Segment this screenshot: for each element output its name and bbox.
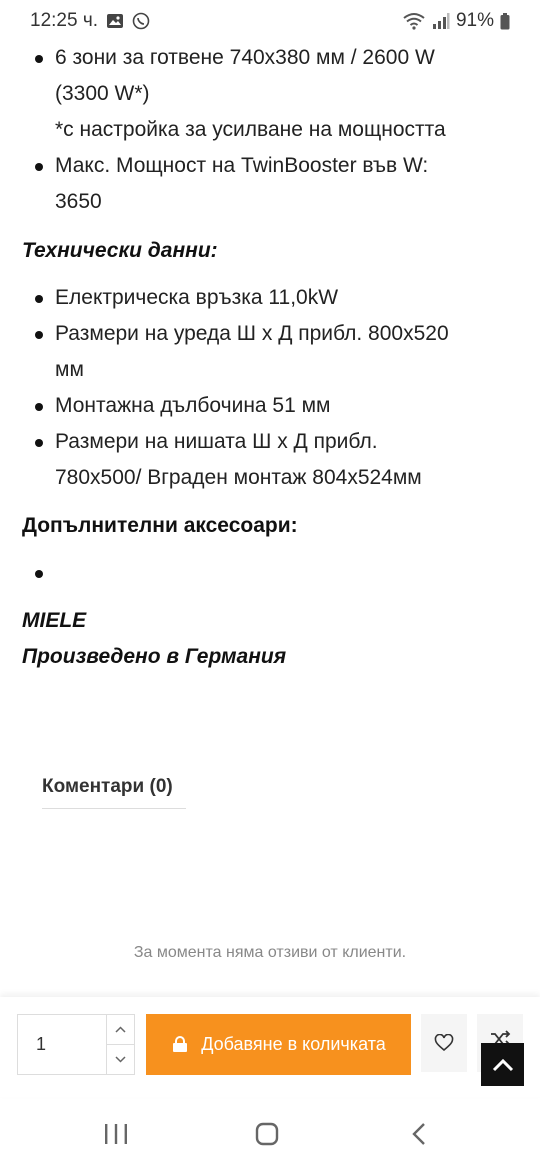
tech-data-list: Електрическа връзка 11,0kW Размери на ур… (0, 280, 540, 496)
tab-comments[interactable]: Коментари (0) (42, 776, 186, 809)
status-time: 12:25 ч. (30, 10, 99, 31)
wifi-icon (402, 12, 426, 30)
quantity-decrease-button[interactable] (107, 1044, 134, 1074)
chevron-up-icon (492, 1058, 513, 1071)
battery-icon (500, 12, 510, 30)
accessories-list (0, 555, 540, 591)
list-item (0, 555, 540, 591)
add-to-cart-bar: 1 Добавяне в количката (0, 997, 540, 1097)
recent-apps-icon (105, 1124, 127, 1144)
back-button[interactable] (408, 1122, 432, 1146)
list-item: Макс. Мощност на TwinBooster във W: 3650 (0, 148, 540, 220)
recent-apps-button[interactable] (103, 1122, 129, 1146)
signal-icon (432, 13, 450, 29)
accessories-heading: Допълнителни аксесоари: (22, 514, 298, 537)
quantity-increase-button[interactable] (107, 1015, 134, 1044)
tech-data-heading: Технически данни: (22, 239, 218, 262)
list-item: Монтажна дълбочина 51 мм (0, 388, 540, 424)
product-description: 6 зони за готвене 740x380 мм / 2600 W (3… (0, 40, 540, 675)
quantity-stepper (106, 1014, 135, 1075)
home-icon (255, 1122, 279, 1146)
list-item: Размери на нишата Ш x Д прибл. 780x500/ … (0, 424, 540, 496)
gallery-icon (106, 13, 124, 29)
list-item: Електрическа връзка 11,0kW (0, 280, 540, 316)
wishlist-button[interactable] (421, 1014, 467, 1072)
scroll-to-top-button[interactable] (481, 1043, 524, 1086)
list-item: Размери на уреда Ш x Д прибл. 800x520 мм (0, 316, 540, 388)
brand-name: MIELE (22, 609, 87, 632)
no-reviews-text: За момента няма отзиви от клиенти. (133, 944, 407, 961)
back-icon (412, 1123, 425, 1145)
heart-icon (434, 1034, 454, 1052)
add-to-cart-button[interactable]: Добавяне в количката (146, 1014, 411, 1075)
status-bar: 12:25 ч. 91% (0, 0, 540, 42)
viber-icon (132, 12, 150, 30)
cooking-zones-list: 6 зони за готвене 740x380 мм / 2600 W (3… (0, 40, 540, 220)
chevron-up-icon (115, 1026, 126, 1033)
battery-percent: 91% (455, 10, 494, 31)
quantity-input[interactable]: 1 (17, 1014, 107, 1075)
shopping-bag-icon (173, 1035, 188, 1052)
system-nav-bar (0, 1100, 540, 1170)
home-button[interactable] (254, 1122, 280, 1146)
list-item: 6 зони за готвене 740x380 мм / 2600 W (3… (0, 40, 540, 148)
chevron-down-icon (115, 1056, 126, 1063)
made-in-text: Произведено в Германия (22, 645, 287, 668)
